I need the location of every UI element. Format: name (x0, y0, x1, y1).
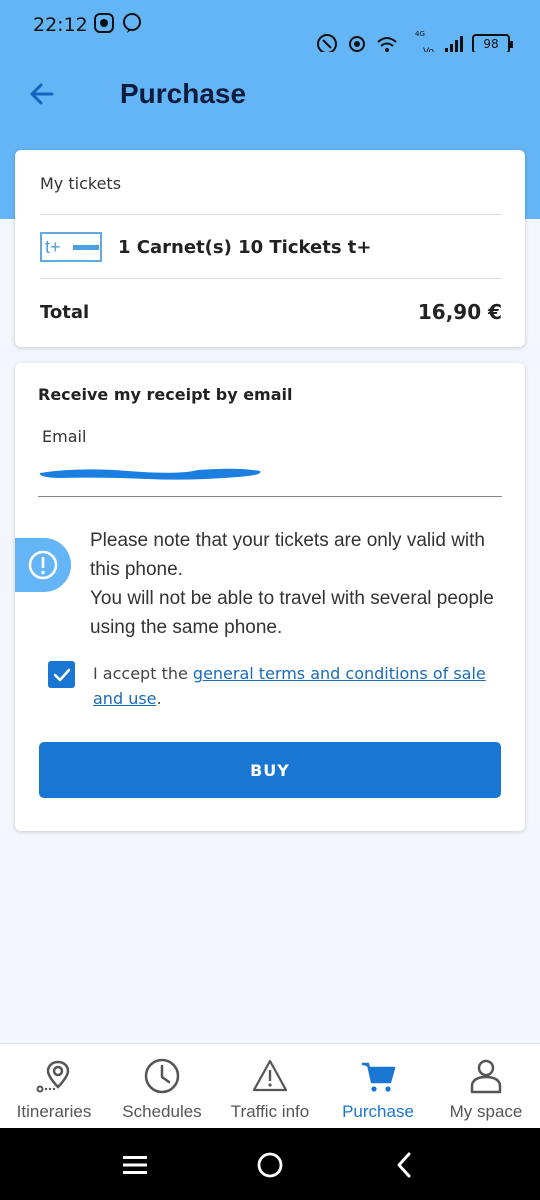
tickets-card: My tickets t+ 1 Carnet(s) 10 Tickets t+ … (15, 150, 525, 347)
nav-item-traffic-info[interactable]: Traffic info (216, 1044, 324, 1128)
bottom-nav: Itineraries Schedules Traffic info Purch… (0, 1043, 540, 1128)
redacted-email-scribble (39, 468, 261, 480)
nav-label-schedules: Schedules (122, 1102, 202, 1121)
status-time: 22:12 (33, 14, 88, 36)
accept-terms-text: I accept the general terms and condition… (93, 661, 503, 711)
ticket-icon-bar (73, 244, 99, 250)
person-icon (466, 1056, 506, 1096)
nav-item-purchase[interactable]: Purchase (324, 1044, 432, 1128)
chevron-left-icon (397, 1152, 411, 1178)
page-title: Purchase (120, 78, 247, 109)
notice-line-1: Please note that your tickets are only v… (90, 530, 485, 580)
email-field[interactable] (38, 453, 502, 497)
ticket-label: 1 Carnet(s) 10 Tickets t+ (118, 236, 372, 258)
back-button[interactable] (24, 76, 60, 112)
system-back-button[interactable] (390, 1150, 420, 1180)
arrow-left-icon (30, 83, 54, 105)
nav-item-my-space[interactable]: My space (432, 1044, 540, 1128)
accept-prefix: I accept the (93, 664, 193, 683)
clock-icon (142, 1056, 182, 1096)
ticket-t-plus-icon: t+ (40, 232, 102, 262)
divider (40, 278, 502, 279)
nav-item-itineraries[interactable]: Itineraries (0, 1044, 108, 1128)
battery-level: 98 (483, 36, 499, 51)
notice-line-2: You will not be able to travel with seve… (90, 588, 494, 638)
system-nav-bar (0, 1128, 540, 1200)
total-label: Total (40, 301, 90, 323)
email-label: Email (42, 427, 87, 446)
checkmark-icon (53, 668, 70, 681)
cart-icon (358, 1056, 398, 1096)
status-left-icons (93, 12, 143, 34)
tickets-heading: My tickets (40, 174, 122, 193)
total-row: Total 16,90 € (40, 300, 502, 324)
menu-icon (123, 1156, 147, 1174)
battery-icon: 98 (472, 33, 513, 54)
nav-label-my-space: My space (449, 1102, 523, 1121)
warning-icon (250, 1056, 290, 1096)
total-value: 16,90 € (417, 300, 502, 324)
notice-text: Please note that your tickets are only v… (90, 526, 510, 642)
buy-button[interactable]: BUY (39, 742, 501, 798)
receipt-card: Receive my receipt by email Email Please… (15, 363, 525, 831)
notification-app-icon (93, 12, 115, 34)
home-button[interactable] (255, 1150, 285, 1180)
nav-item-schedules[interactable]: Schedules (108, 1044, 216, 1128)
home-circle-icon (257, 1152, 283, 1178)
network-type-label: 4G (414, 30, 425, 38)
ticket-row: t+ 1 Carnet(s) 10 Tickets t+ (40, 230, 502, 264)
accept-suffix: . (156, 689, 162, 708)
recent-apps-button[interactable] (120, 1150, 150, 1180)
map-pin-icon (34, 1056, 74, 1096)
divider (40, 214, 502, 215)
status-bar: 22:12 4G Vo LTE 98 (0, 0, 540, 66)
nav-label-traffic-info: Traffic info (230, 1102, 310, 1121)
ticket-icon-text: t+ (45, 236, 61, 257)
receipt-heading: Receive my receipt by email (38, 385, 293, 404)
info-badge (15, 538, 71, 592)
accept-terms-checkbox[interactable] (48, 661, 75, 688)
nav-label-itineraries: Itineraries (16, 1102, 92, 1121)
info-icon (28, 550, 58, 580)
nav-label-purchase: Purchase (342, 1102, 414, 1121)
viber-icon (121, 12, 143, 34)
